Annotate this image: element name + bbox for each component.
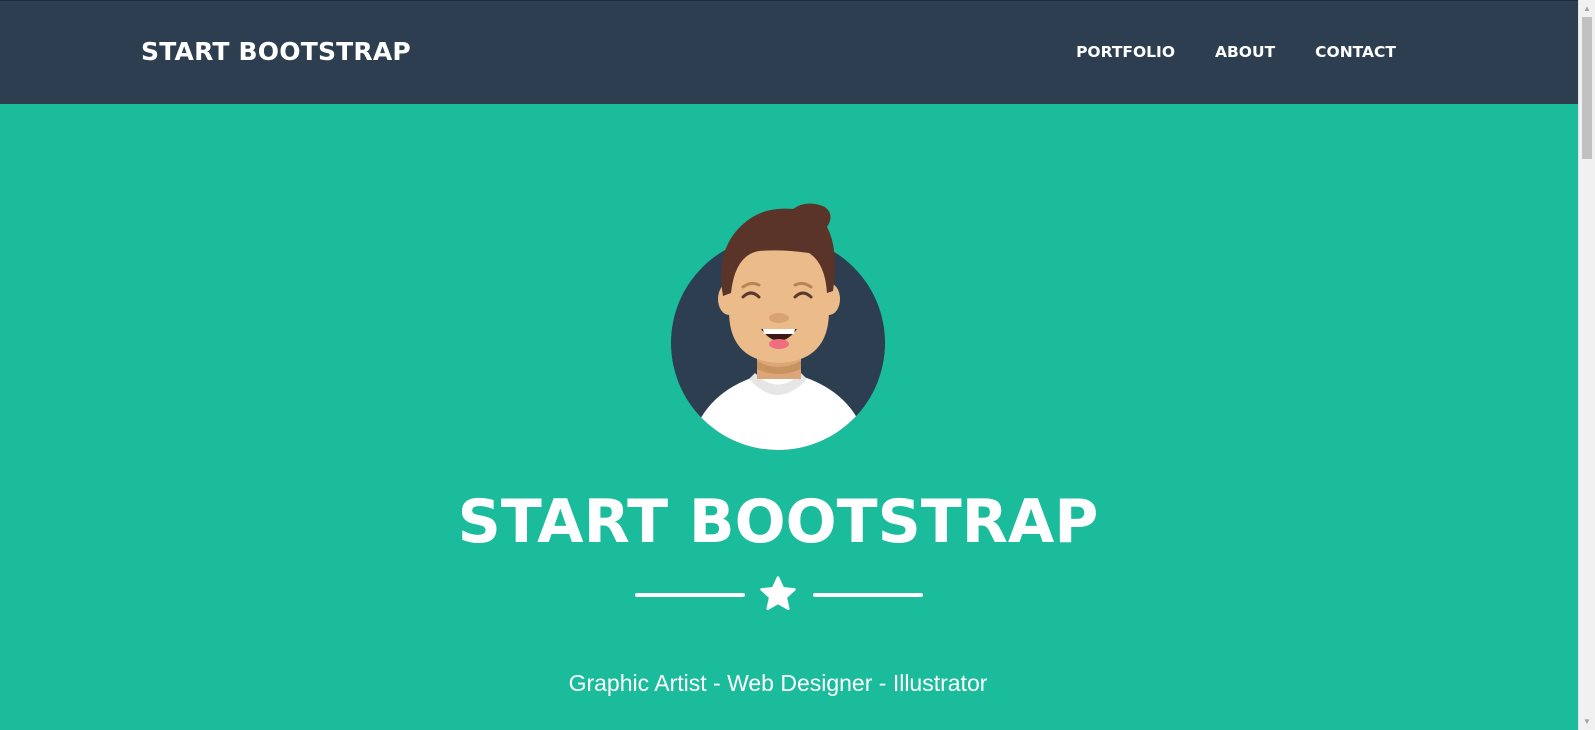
divider-line-right: [813, 593, 923, 597]
scroll-up-arrow-icon[interactable]: ▲: [1579, 0, 1595, 17]
scrollbar-thumb[interactable]: [1582, 17, 1592, 159]
page: START BOOTSTRAP PORTFOLIO ABOUT CONTACT: [0, 0, 1595, 730]
nav-link-portfolio[interactable]: PORTFOLIO: [1056, 41, 1195, 63]
nav-link-about[interactable]: ABOUT: [1195, 41, 1295, 63]
masthead-title: START BOOTSTRAP: [457, 487, 1099, 557]
masthead-subheading: Graphic Artist - Web Designer - Illustra…: [568, 670, 988, 696]
avatar-illustration: [671, 203, 885, 450]
masthead: START BOOTSTRAP Graphic Artist - Web Des…: [0, 104, 1578, 730]
nav-links: PORTFOLIO ABOUT CONTACT: [1056, 41, 1396, 63]
navbar: START BOOTSTRAP PORTFOLIO ABOUT CONTACT: [0, 0, 1578, 104]
divider-line-left: [635, 593, 745, 597]
vertical-scrollbar[interactable]: ▲ ▼: [1578, 0, 1595, 730]
star-icon: [760, 576, 796, 611]
divider: [635, 576, 923, 612]
scroll-down-arrow-icon[interactable]: ▼: [1579, 713, 1595, 730]
brand-link[interactable]: START BOOTSTRAP: [141, 35, 411, 69]
nav-link-contact[interactable]: CONTACT: [1295, 41, 1396, 63]
